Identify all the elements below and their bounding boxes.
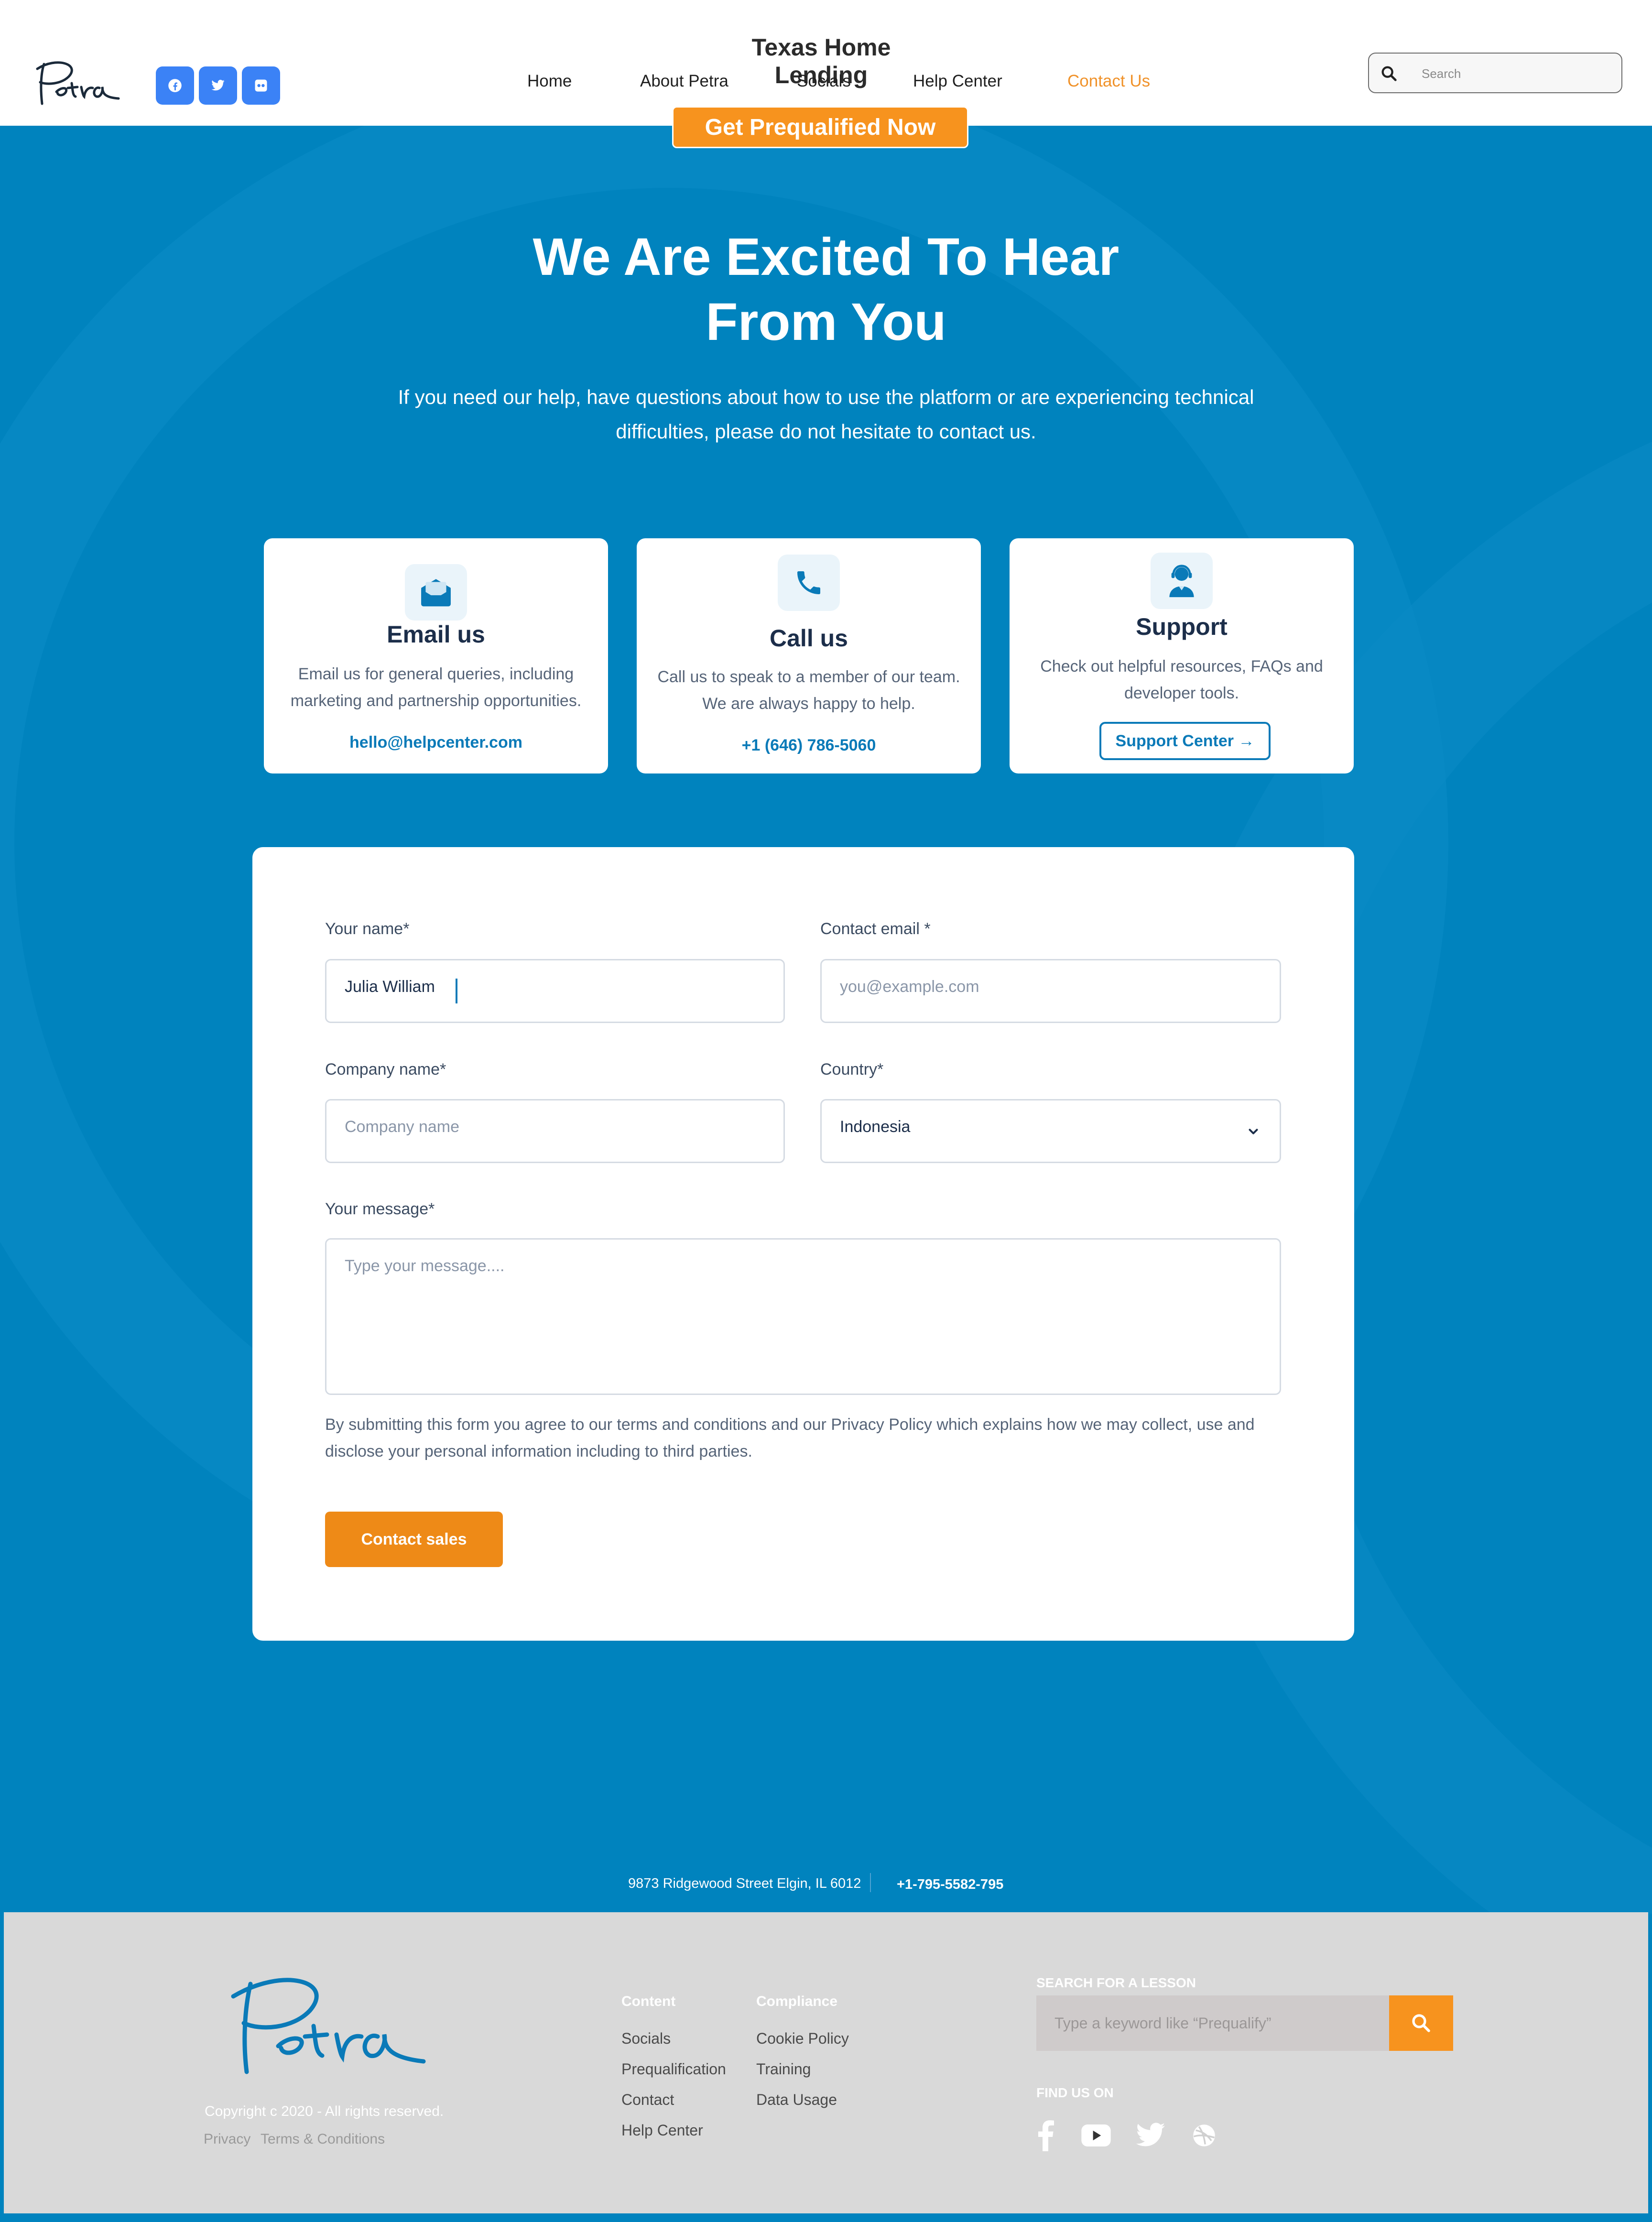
footer-link-prequalification[interactable]: Prequalification: [621, 2060, 726, 2078]
contact-sales-button[interactable]: Contact sales: [325, 1512, 503, 1567]
footer-bottom-bar: [0, 2213, 1652, 2222]
nav-contact-us[interactable]: Contact Us: [1067, 72, 1150, 91]
privacy-link[interactable]: Privacy: [204, 2131, 250, 2147]
search-input[interactable]: [1422, 63, 1613, 84]
hero-title-line2: From You: [706, 293, 946, 351]
phone-icon-tile: [778, 555, 840, 611]
twitter-icon: [211, 79, 225, 91]
hero-title-line1: We Are Excited To Hear: [533, 228, 1119, 286]
support-agent-icon: [1169, 565, 1194, 598]
contact-form: Your name* Julia William Contact email *…: [252, 847, 1354, 1641]
message-label: Your message*: [325, 1200, 435, 1218]
flickr-button[interactable]: [242, 66, 280, 105]
call-card-description: Call us to speak to a member of our team…: [656, 664, 962, 717]
country-select[interactable]: Indonesia: [820, 1099, 1281, 1163]
lesson-search-button[interactable]: [1389, 1995, 1453, 2051]
twitter-icon: [1136, 2123, 1165, 2146]
support-icon-tile: [1151, 553, 1213, 609]
get-prequalified-button[interactable]: Get Prequalified Now: [672, 106, 968, 148]
hero-title: We Are Excited To Hear From You: [348, 225, 1304, 355]
country-value: Indonesia: [840, 1118, 911, 1136]
email-label: Contact email *: [820, 920, 931, 938]
message-field[interactable]: Type your message....: [325, 1238, 1281, 1395]
facebook-button[interactable]: [156, 66, 194, 105]
country-label: Country*: [820, 1060, 884, 1078]
compliance-heading: Compliance: [756, 1993, 838, 2009]
copyright: Copyright c 2020 - All rights reserved.: [205, 2103, 444, 2119]
email-icon-tile: [405, 564, 467, 621]
youtube-icon: [1081, 2124, 1111, 2146]
email-placeholder: you@example.com: [840, 978, 979, 996]
hero-subtitle: If you need our help, have questions abo…: [373, 380, 1279, 449]
footer-phone[interactable]: +1-795-5582-795: [897, 1877, 1003, 1893]
twitter-button[interactable]: [199, 66, 237, 105]
envelope-icon: [421, 579, 451, 607]
call-card-desc-line2: We are always happy to help.: [702, 695, 915, 713]
terms-link[interactable]: Terms & Conditions: [261, 2131, 385, 2147]
name-label: Your name*: [325, 920, 410, 938]
phone-icon: [797, 571, 820, 594]
footer-link-cookie-policy[interactable]: Cookie Policy: [756, 2030, 849, 2048]
message-placeholder: Type your message....: [345, 1257, 505, 1275]
footer-youtube-button[interactable]: [1079, 2119, 1113, 2152]
consent-text: By submitting this form you agree to our…: [325, 1411, 1291, 1465]
support-center-button[interactable]: Support Center →: [1099, 722, 1271, 760]
name-field[interactable]: Julia William: [325, 959, 785, 1023]
phone-link[interactable]: +1 (646) 786-5060: [637, 736, 981, 755]
email-card-desc-line2: marketing and partnership opportunities.: [290, 692, 582, 710]
chevron-down-icon: [1249, 1129, 1258, 1134]
header-search[interactable]: [1368, 53, 1622, 93]
support-card-description: Check out helpful resources, FAQs and de…: [1029, 653, 1335, 707]
lesson-search-label: SEARCH FOR A LESSON: [1036, 1975, 1196, 1990]
call-card: Call us Call us to speak to a member of …: [637, 538, 981, 773]
footer-link-socials[interactable]: Socials: [621, 2030, 671, 2048]
email-field[interactable]: you@example.com: [820, 959, 1281, 1023]
hero-subtitle-line2: difficulties, please do not hesitate to …: [616, 420, 1036, 443]
facebook-icon: [168, 79, 182, 92]
email-card-desc-line1: Email us for general queries, including: [298, 665, 574, 683]
support-card: Support Check out helpful resources, FAQ…: [1010, 538, 1354, 773]
support-card-desc-line2: developer tools.: [1124, 684, 1239, 702]
dribbble-icon: [1193, 2124, 1215, 2146]
call-card-title: Call us: [770, 625, 848, 652]
footer-link-data-usage[interactable]: Data Usage: [756, 2091, 837, 2109]
lesson-search-input[interactable]: [1036, 1995, 1389, 2051]
footer-dribbble-button[interactable]: [1187, 2119, 1221, 2152]
petra-footer-logo[interactable]: [216, 1970, 431, 2084]
email-card-title: Email us: [387, 621, 485, 648]
company-label: Company name*: [325, 1060, 446, 1078]
email-card-description: Email us for general queries, including …: [283, 661, 589, 714]
consent-line2: disclose your personal information inclu…: [325, 1442, 752, 1460]
email-link[interactable]: hello@helpcenter.com: [264, 733, 608, 752]
divider: [870, 1873, 871, 1892]
search-icon: [1412, 2014, 1430, 2032]
footer-link-help-center[interactable]: Help Center: [621, 2122, 703, 2139]
text-cursor: [456, 979, 457, 1003]
consent-line1: By submitting this form you agree to our…: [325, 1416, 1255, 1434]
search-icon: [1381, 66, 1397, 81]
call-card-desc-line1: Call us to speak to a member of our team…: [657, 668, 960, 686]
find-us-label: FIND US ON: [1036, 2085, 1114, 2100]
nav-home[interactable]: Home: [527, 72, 572, 91]
footer-twitter-button[interactable]: [1134, 2119, 1167, 2152]
facebook-icon: [1038, 2120, 1054, 2151]
company-placeholder: Company name: [345, 1118, 460, 1136]
support-card-title: Support: [1136, 613, 1228, 640]
footer-link-training[interactable]: Training: [756, 2060, 811, 2078]
content-heading: Content: [621, 1993, 676, 2009]
company-field[interactable]: Company name: [325, 1099, 785, 1163]
support-card-desc-line1: Check out helpful resources, FAQs and: [1040, 657, 1323, 675]
footer-link-contact[interactable]: Contact: [621, 2091, 674, 2109]
footer-facebook-button[interactable]: [1029, 2119, 1062, 2152]
nav-about-petra[interactable]: About Petra: [640, 72, 728, 91]
petra-logo[interactable]: [28, 58, 123, 111]
address: 9873 Ridgewood Street Elgin, IL 6012: [628, 1876, 861, 1891]
name-value: Julia William: [345, 978, 435, 996]
hero-subtitle-line1: If you need our help, have questions abo…: [398, 386, 1254, 408]
email-card: Email us Email us for general queries, i…: [264, 538, 608, 773]
nav-socials[interactable]: Socials: [797, 72, 851, 91]
flickr-icon: [255, 79, 267, 92]
nav-help-center[interactable]: Help Center: [913, 72, 1002, 91]
